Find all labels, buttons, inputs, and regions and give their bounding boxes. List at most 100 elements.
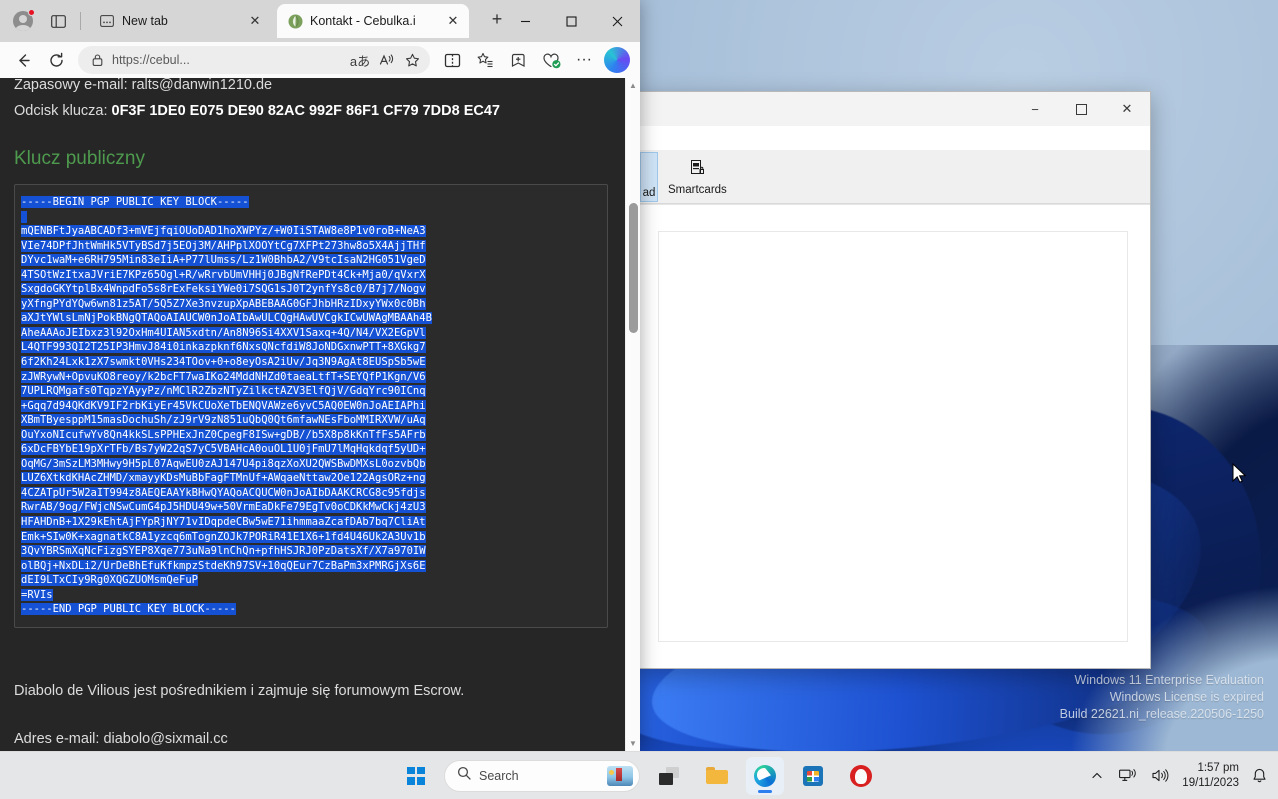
copilot-button[interactable]	[602, 45, 632, 75]
tray-volume-icon[interactable]	[1149, 764, 1172, 787]
windows-activation-watermark: Windows 11 Enterprise Evaluation Windows…	[1060, 672, 1264, 723]
tray-network-icon[interactable]	[1116, 764, 1139, 787]
page-spacer	[14, 634, 608, 678]
add-collection-icon	[510, 52, 527, 69]
settings-and-more-button[interactable]: ···	[569, 45, 599, 75]
bgwin-close-button[interactable]: ✕	[1104, 92, 1150, 126]
backup-email-text: Zapasowy e-mail: ralts@danwin1210.de	[14, 78, 272, 93]
tab-actions-icon[interactable]	[44, 7, 72, 35]
pgp-end-footer: -----END PGP PUBLIC KEY BLOCK-----	[21, 603, 236, 615]
bgwin-maximize-button[interactable]	[1058, 92, 1104, 126]
taskbar-app-tor-browser[interactable]	[842, 757, 880, 795]
ribbon-item-smartcards[interactable]: Smartcards	[660, 152, 735, 202]
bgwin-menu-strip[interactable]	[636, 126, 1150, 150]
search-highlight-thumbnail[interactable]	[607, 766, 633, 786]
taskbar-search-box[interactable]: Search	[444, 760, 640, 792]
taskbar-app-microsoft-store[interactable]	[794, 757, 832, 795]
maximize-icon	[1076, 104, 1087, 115]
page-scrollbar[interactable]: ▲ ▼	[625, 78, 640, 751]
page-viewport[interactable]: Zapasowy e-mail: ralts@danwin1210.de Odc…	[0, 78, 640, 751]
browser-tab-title: Kontakt - Cebulka.i	[310, 14, 437, 28]
lock-icon	[88, 53, 106, 67]
read-aloud-button[interactable]	[374, 48, 398, 72]
split-pane-icon	[51, 14, 66, 29]
taskbar-clock[interactable]: 1:57 pm 19/11/2023	[1182, 761, 1239, 791]
browser-tab-close-button[interactable]: ✕	[444, 12, 462, 30]
search-icon	[457, 766, 471, 785]
refresh-icon	[48, 52, 65, 69]
browser-close-button[interactable]	[594, 0, 640, 42]
close-icon	[612, 16, 623, 27]
bgwin-content-pane	[658, 231, 1128, 642]
taskbar-system-tray[interactable]: 1:57 pm 19/11/2023	[1088, 761, 1270, 791]
windows-taskbar[interactable]: Search 1:57 pm 19/11/2023	[0, 751, 1278, 799]
clock-date: 19/11/2023	[1182, 776, 1239, 791]
background-application-window[interactable]: − ✕ ad Smartcards	[635, 91, 1151, 669]
split-screen-button[interactable]	[437, 45, 467, 75]
star-icon	[405, 53, 420, 68]
taskbar-app-microsoft-edge[interactable]	[746, 757, 784, 795]
browser-tab-kontakt-cebulka[interactable]: Kontakt - Cebulka.i ✕	[277, 4, 469, 38]
page-content: Zapasowy e-mail: ralts@danwin1210.de Odc…	[0, 78, 622, 751]
address-bar-url[interactable]: https://cebul...	[108, 53, 346, 67]
browser-tab-strip[interactable]: New tab ✕ Kontakt - Cebulka.i ✕ +	[0, 0, 640, 42]
address-bar[interactable]: https://cebul... aあ	[78, 46, 430, 74]
bgwin-ribbon[interactable]: ad Smartcards	[636, 150, 1150, 204]
scrollbar-up-arrow[interactable]: ▲	[626, 78, 640, 93]
back-button[interactable]	[8, 45, 38, 75]
profile-avatar-button[interactable]	[8, 6, 38, 36]
watermark-line-2: Windows License is expired	[1060, 689, 1264, 706]
store-icon	[803, 766, 823, 786]
smartcard-icon	[689, 159, 706, 181]
page-spacer-2	[14, 704, 608, 726]
split-screen-icon	[444, 52, 461, 69]
pgp-blank-line	[21, 211, 27, 223]
collections-button[interactable]	[470, 45, 500, 75]
copilot-icon	[604, 47, 630, 73]
windows-logo-icon	[407, 767, 425, 785]
new-tab-icon	[99, 13, 115, 29]
tabstrip-divider	[80, 12, 81, 30]
browser-essentials-button[interactable]	[536, 45, 566, 75]
backup-email-line: Zapasowy e-mail: ralts@danwin1210.de	[14, 78, 608, 98]
tray-chevron-icon[interactable]	[1088, 766, 1106, 786]
ribbon-item-smartcards-label: Smartcards	[668, 184, 727, 196]
maximize-icon	[566, 16, 577, 27]
browser-window-controls[interactable]	[502, 0, 640, 42]
favorite-star-button[interactable]	[400, 48, 424, 72]
scrollbar-thumb[interactable]	[629, 203, 638, 333]
fingerprint-label: Odcisk klucza:	[14, 103, 112, 119]
add-to-favorites-button[interactable]	[503, 45, 533, 75]
search-placeholder: Search	[479, 769, 599, 783]
bgwin-minimize-button[interactable]: −	[1012, 92, 1058, 126]
ribbon-item-partial-label: ad	[643, 187, 656, 199]
browser-minimize-button[interactable]	[502, 0, 548, 42]
folder-icon	[706, 767, 728, 784]
pgp-body: mQENBFtJyaABCADf3+mVEjfqiOUoDAD1hoXWPYz/…	[21, 225, 432, 586]
browser-maximize-button[interactable]	[548, 0, 594, 42]
browser-tab-new-tab[interactable]: New tab ✕	[89, 4, 271, 38]
taskbar-app-file-explorer[interactable]	[698, 757, 736, 795]
escrow-note: Diabolo de Vilious jest pośrednikiem i z…	[14, 678, 608, 704]
taskbar-app-task-view[interactable]	[650, 757, 688, 795]
notification-bell-icon[interactable]	[1249, 764, 1270, 788]
ribbon-item-partial[interactable]: ad	[640, 152, 658, 202]
public-key-heading: Klucz publiczny	[14, 148, 608, 170]
bgwin-body	[636, 204, 1150, 668]
onion-icon	[287, 13, 303, 29]
bgwin-titlebar[interactable]: − ✕	[636, 92, 1150, 126]
scrollbar-down-arrow[interactable]: ▼	[626, 736, 640, 751]
pgp-key-text[interactable]: -----BEGIN PGP PUBLIC KEY BLOCK----- mQE…	[21, 195, 599, 617]
mouse-cursor	[1232, 463, 1246, 484]
browser-tab-close-button[interactable]: ✕	[246, 12, 264, 30]
pgp-key-box[interactable]: -----BEGIN PGP PUBLIC KEY BLOCK----- mQE…	[14, 184, 608, 628]
minimize-icon	[520, 16, 531, 27]
edge-browser-window[interactable]: New tab ✕ Kontakt - Cebulka.i ✕ +	[0, 0, 640, 751]
browser-toolbar[interactable]: https://cebul... aあ	[0, 42, 640, 78]
url-text: https://cebul...	[112, 53, 190, 67]
start-button[interactable]	[398, 758, 434, 794]
edge-icon	[754, 765, 776, 787]
translate-button[interactable]: aあ	[348, 48, 372, 72]
onion-red-icon	[850, 765, 872, 787]
refresh-button[interactable]	[41, 45, 71, 75]
